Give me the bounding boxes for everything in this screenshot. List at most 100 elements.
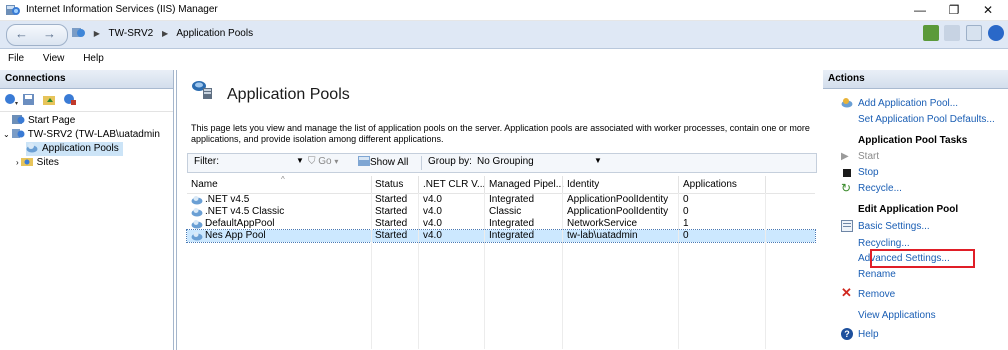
cell-applications: 1 (683, 218, 689, 229)
tree-item-server[interactable]: ⌄ TW-SRV2 (TW-LAB\uatadmin (3, 128, 160, 142)
view-applications-link[interactable]: View Applications (858, 310, 936, 321)
app-pools-table: Name ^ Status .NET CLR V... Managed Pipe… (186, 175, 816, 349)
page-title: Application Pools (227, 86, 350, 103)
home-icon[interactable] (966, 25, 983, 41)
group-by-select[interactable]: No Grouping (477, 156, 597, 167)
table-row[interactable]: .NET v4.5 Classic Started v4.0 Classic A… (187, 206, 815, 218)
table-row-selected[interactable]: Nes App Pool Started v4.0 Integrated tw-… (186, 229, 816, 243)
menu-help[interactable]: Help (75, 49, 112, 64)
app-pool-icon (191, 232, 203, 241)
column-status[interactable]: Status (375, 179, 403, 190)
help-link[interactable]: Help (858, 329, 879, 340)
connections-header: Connections (0, 70, 173, 89)
chevron-down-icon[interactable]: ▼ (594, 156, 602, 165)
app-pool-tasks-heading: Application Pool Tasks (858, 135, 968, 146)
cell-status: Started (375, 206, 408, 217)
rename-link[interactable]: Rename (858, 269, 896, 280)
tree-label: Sites (36, 157, 59, 168)
show-all-button[interactable]: Show All (358, 156, 408, 168)
column-name[interactable]: Name (191, 179, 218, 190)
maximize-button[interactable]: ❐ (937, 0, 971, 20)
menu-view[interactable]: View (35, 49, 73, 64)
start-page-icon (12, 115, 25, 124)
address-toolbar (920, 25, 1004, 43)
tree-item-start-page[interactable]: Start Page (12, 114, 75, 128)
column-identity[interactable]: Identity (567, 179, 599, 190)
cell-status: Started (375, 230, 408, 241)
recycling-link[interactable]: Recycling... (858, 238, 910, 249)
show-all-label: Show All (370, 157, 409, 168)
minimize-button[interactable]: — (903, 0, 937, 20)
column-divider (371, 193, 372, 349)
cell-clr: v4.0 (423, 230, 442, 241)
server-icon (72, 28, 85, 37)
cell-identity: NetworkService (567, 218, 638, 229)
nav-buttons: ← → (6, 24, 68, 46)
app-pool-icon (191, 196, 203, 205)
divider (371, 176, 372, 193)
refresh-icon[interactable] (922, 25, 939, 41)
column-clr-version[interactable]: .NET CLR V... (423, 179, 485, 190)
tree-item-application-pools[interactable]: Application Pools (26, 142, 123, 156)
table-header: Name ^ Status .NET CLR V... Managed Pipe… (187, 175, 815, 194)
column-applications[interactable]: Applications (683, 179, 737, 190)
title-bar: Internet Information Services (IIS) Mana… (0, 0, 1008, 21)
chevron-right-icon: ▶ (161, 29, 169, 38)
go-button[interactable]: ⛉ Go ▾ (308, 156, 338, 167)
cell-name: .NET v4.5 Classic (205, 206, 285, 217)
connect-icon[interactable] (4, 93, 18, 106)
stop-link[interactable]: Stop (858, 167, 879, 178)
cell-pipeline: Classic (489, 206, 522, 217)
start-icon: ▶ (841, 151, 849, 162)
set-defaults-link[interactable]: Set Application Pool Defaults... (858, 114, 995, 125)
tree-label: TW-SRV2 (TW-LAB\uatadmin (27, 129, 160, 140)
save-icon[interactable] (22, 93, 36, 106)
disconnect-icon[interactable] (62, 93, 76, 106)
chevron-right-icon: ▶ (93, 29, 100, 38)
app-pool-icon (26, 143, 38, 153)
breadcrumb-app-pools[interactable]: Application Pools (176, 28, 253, 39)
tree-label: Start Page (28, 115, 76, 126)
start-link[interactable]: Start (858, 151, 879, 162)
stop-icon[interactable] (944, 25, 961, 41)
table-row[interactable]: .NET v4.5 Started v4.0 Integrated Applic… (187, 194, 815, 206)
tree-item-sites[interactable]: › Sites (16, 156, 59, 170)
column-divider (678, 193, 679, 349)
cell-name: Nes App Pool (205, 230, 266, 241)
back-arrow-icon[interactable]: ← (15, 26, 28, 41)
sort-arrow-icon: ^ (281, 175, 285, 184)
cell-pipeline: Integrated (489, 218, 535, 229)
cell-identity: tw-lab\uatadmin (567, 230, 638, 241)
chevron-down-icon[interactable]: ⌄ (3, 130, 10, 139)
recycle-icon: ↻ (841, 181, 852, 195)
menu-file[interactable]: File (0, 49, 32, 64)
column-divider (418, 193, 419, 349)
filter-label: Filter: (194, 156, 219, 167)
filter-bar: Filter: ▼ ⛉ Go ▾ Show All Group by: No G… (187, 153, 817, 173)
edit-app-pool-heading: Edit Application Pool (858, 204, 959, 215)
chevron-down-icon[interactable]: ▼ (296, 156, 304, 165)
cell-clr: v4.0 (423, 194, 442, 205)
server-icon (11, 129, 25, 138)
help-icon[interactable] (988, 25, 1004, 41)
cell-status: Started (375, 194, 408, 205)
folder-up-icon[interactable] (42, 93, 56, 106)
forward-arrow-icon[interactable]: → (43, 26, 56, 41)
go-label: Go (318, 156, 332, 167)
close-button[interactable]: ✕ (971, 0, 1005, 20)
column-pipeline[interactable]: Managed Pipel... (489, 179, 564, 190)
chevron-right-icon[interactable]: › (16, 158, 19, 167)
remove-link[interactable]: Remove (858, 289, 895, 300)
address-bar: ← → ▶ TW-SRV2 ▶ Application Pools (0, 21, 1008, 49)
filter-input[interactable] (222, 156, 302, 168)
breadcrumb-server[interactable]: TW-SRV2 (109, 28, 154, 39)
help-icon: ? (841, 328, 853, 340)
add-application-pool-link[interactable]: Add Application Pool... (858, 98, 958, 109)
window-title: Internet Information Services (IIS) Mana… (26, 4, 218, 15)
connections-pane: Connections Start Page ⌄ TW-SRV2 (TW-LAB\… (0, 70, 174, 350)
page-description: This page lets you view and manage the l… (191, 123, 810, 144)
group-by-value: No Grouping (477, 156, 534, 167)
basic-settings-link[interactable]: Basic Settings... (858, 221, 930, 232)
recycle-link[interactable]: Recycle... (858, 183, 902, 194)
table-row[interactable]: DefaultAppPool Started v4.0 Integrated N… (187, 218, 815, 230)
